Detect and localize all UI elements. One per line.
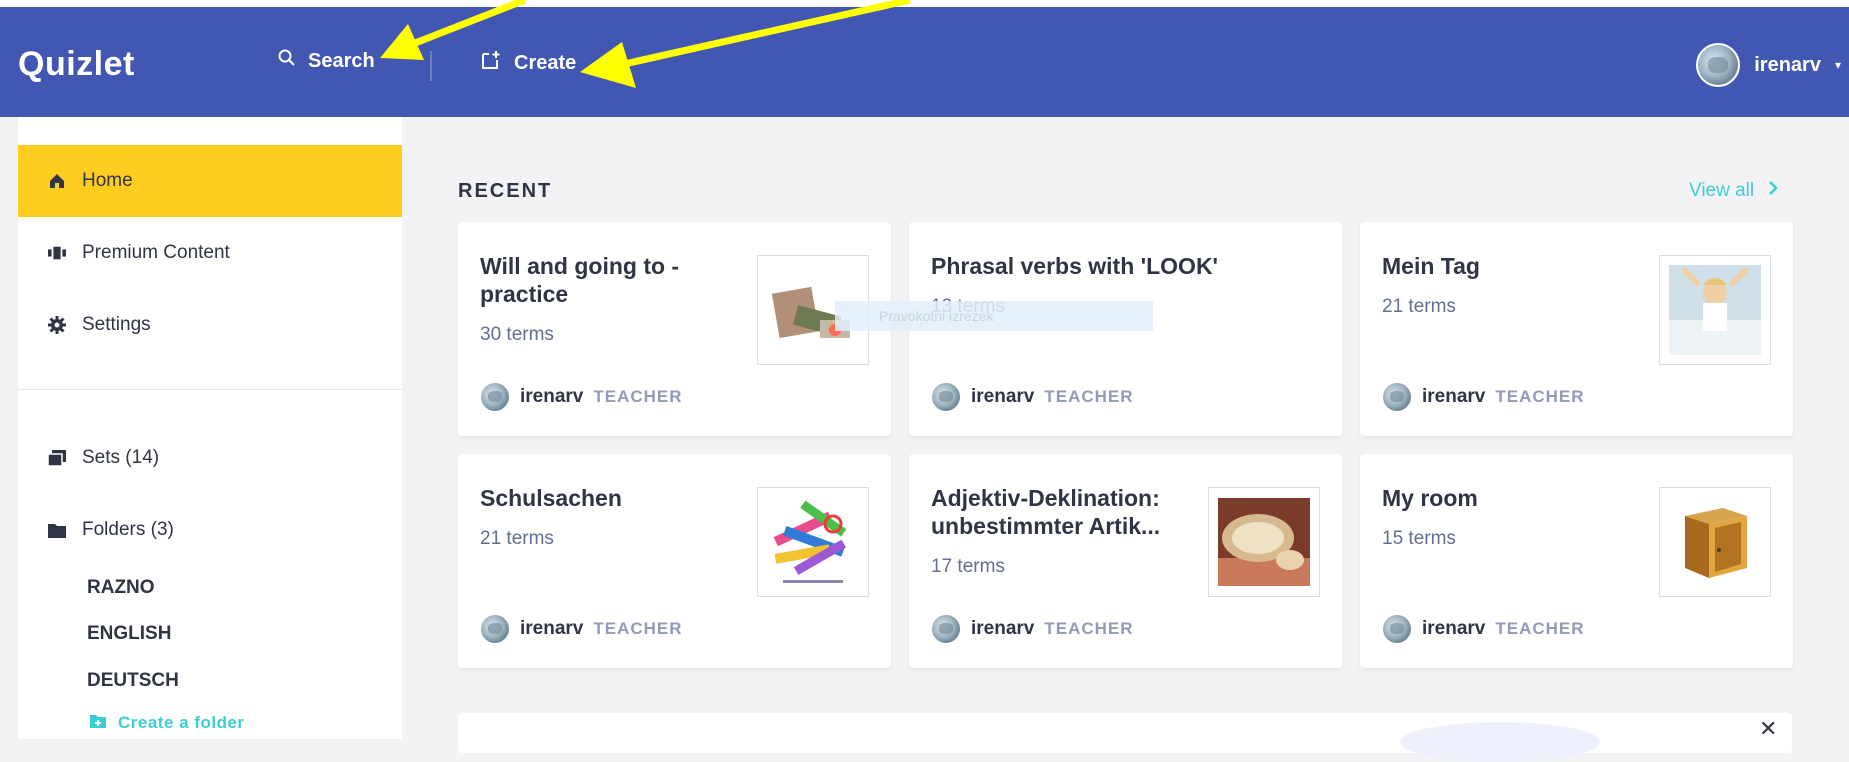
set-title: Phrasal verbs with 'LOOK' <box>931 253 1219 279</box>
sidebar: Home Premium Content Settings Sets (14) … <box>18 117 402 739</box>
term-count: 30 terms <box>480 324 554 345</box>
gear-icon <box>48 316 66 334</box>
promo-decoration <box>1400 722 1600 762</box>
premium-content-icon <box>48 244 66 262</box>
set-thumbnail <box>1208 487 1320 597</box>
top-header: Quizlet Search Create irenarv ▾ <box>0 7 1849 117</box>
set-author[interactable]: irenarv TEACHER <box>480 614 683 644</box>
set-title: Mein Tag <box>1382 253 1480 279</box>
avatar <box>480 614 510 644</box>
set-author[interactable]: irenarv TEACHER <box>931 614 1134 644</box>
set-author[interactable]: irenarv TEACHER <box>931 382 1134 412</box>
sidebar-item-folders[interactable]: Folders (3) <box>18 494 402 566</box>
section-title: RECENT <box>458 180 553 202</box>
folder-item[interactable]: ENGLISH <box>87 623 171 645</box>
set-thumbnail <box>1659 255 1771 365</box>
top-strip <box>0 0 1849 7</box>
set-card[interactable]: Schulsachen 21 terms irenarv TEACHER <box>458 454 891 668</box>
create-folder-link[interactable]: Create a folder <box>90 713 245 733</box>
author-role: TEACHER <box>1495 619 1585 638</box>
child-waking-photo-icon <box>1669 265 1761 355</box>
folder-plus-icon <box>90 713 106 733</box>
sets-icon <box>48 449 66 467</box>
close-icon[interactable]: ✕ <box>1759 716 1777 742</box>
nav-divider <box>430 51 432 81</box>
sidebar-item-label: Home <box>82 170 133 191</box>
set-author[interactable]: irenarv TEACHER <box>1382 614 1585 644</box>
set-card[interactable]: My room 15 terms irenarv TEACHER <box>1360 454 1793 668</box>
sidebar-item-sets[interactable]: Sets (14) <box>18 422 402 494</box>
author-role: TEACHER <box>1044 619 1134 638</box>
create-icon <box>480 49 502 77</box>
username: irenarv <box>1754 53 1821 76</box>
sidebar-item-label: Premium Content <box>82 242 230 263</box>
set-title: Will and going to - practice <box>480 253 680 307</box>
term-count: 21 terms <box>1382 296 1456 317</box>
author-role: TEACHER <box>593 619 683 638</box>
term-count: 17 terms <box>931 556 1005 577</box>
create-folder-label: Create a folder <box>118 713 245 732</box>
sidebar-item-premium-content[interactable]: Premium Content <box>18 217 402 289</box>
author-role: TEACHER <box>1495 387 1585 406</box>
search-button[interactable]: Search <box>278 49 375 73</box>
tooltip-text: Pravokotni izrezek <box>879 308 994 324</box>
quizlet-logo[interactable]: Quizlet <box>18 45 135 84</box>
avatar <box>480 382 510 412</box>
set-thumbnail <box>757 487 869 597</box>
sidebar-divider <box>18 389 402 390</box>
cabinet-photo-icon <box>1685 508 1747 578</box>
avatar <box>1382 382 1412 412</box>
chevron-right-icon <box>1768 180 1778 202</box>
set-card[interactable]: Adjektiv-Deklination: unbestimmter Artik… <box>909 454 1342 668</box>
author-role: TEACHER <box>1044 387 1134 406</box>
search-label: Search <box>308 49 375 72</box>
avatar <box>1696 43 1741 87</box>
set-author[interactable]: irenarv TEACHER <box>480 382 683 412</box>
snip-tooltip: Pravokotni izrezek <box>835 301 1153 331</box>
set-title: My room <box>1382 485 1478 511</box>
sidebar-item-label: Folders (3) <box>82 519 174 540</box>
chevron-down-icon: ▾ <box>1834 58 1841 72</box>
author-name: irenarv <box>971 386 1035 407</box>
set-title: Adjektiv-Deklination: unbestimmter Artik… <box>931 485 1161 539</box>
author-name: irenarv <box>1422 386 1486 407</box>
set-thumbnail <box>1659 487 1771 597</box>
author-role: TEACHER <box>593 387 683 406</box>
home-icon <box>48 172 66 190</box>
search-icon <box>278 49 296 73</box>
sidebar-item-label: Sets (14) <box>82 447 160 468</box>
author-name: irenarv <box>520 386 584 407</box>
avatar <box>1382 614 1412 644</box>
view-all-link[interactable]: View all <box>1689 180 1778 202</box>
term-count: 21 terms <box>480 528 554 549</box>
sidebar-item-settings[interactable]: Settings <box>18 289 402 361</box>
set-card[interactable]: Will and going to - practice 30 terms ir… <box>458 222 891 436</box>
user-menu[interactable]: irenarv ▾ <box>1696 43 1841 87</box>
folder-icon <box>48 521 66 539</box>
folder-item[interactable]: RAZNO <box>87 577 155 599</box>
avatar <box>931 382 961 412</box>
author-name: irenarv <box>971 618 1035 639</box>
avatar <box>931 614 961 644</box>
bread-photo-icon <box>1218 498 1310 586</box>
author-name: irenarv <box>1422 618 1486 639</box>
set-card[interactable]: Mein Tag 21 terms irenarv TEACHER <box>1360 222 1793 436</box>
view-all-label: View all <box>1689 180 1755 201</box>
term-count: 15 terms <box>1382 528 1456 549</box>
folder-item[interactable]: DEUTSCH <box>87 670 179 692</box>
set-title: Schulsachen <box>480 485 622 511</box>
create-button[interactable]: Create <box>480 49 576 77</box>
school-supplies-photo-icon <box>773 500 847 583</box>
create-label: Create <box>514 51 577 74</box>
author-name: irenarv <box>520 618 584 639</box>
set-author[interactable]: irenarv TEACHER <box>1382 382 1585 412</box>
sidebar-item-home[interactable]: Home <box>18 145 402 217</box>
sidebar-item-label: Settings <box>82 314 151 335</box>
